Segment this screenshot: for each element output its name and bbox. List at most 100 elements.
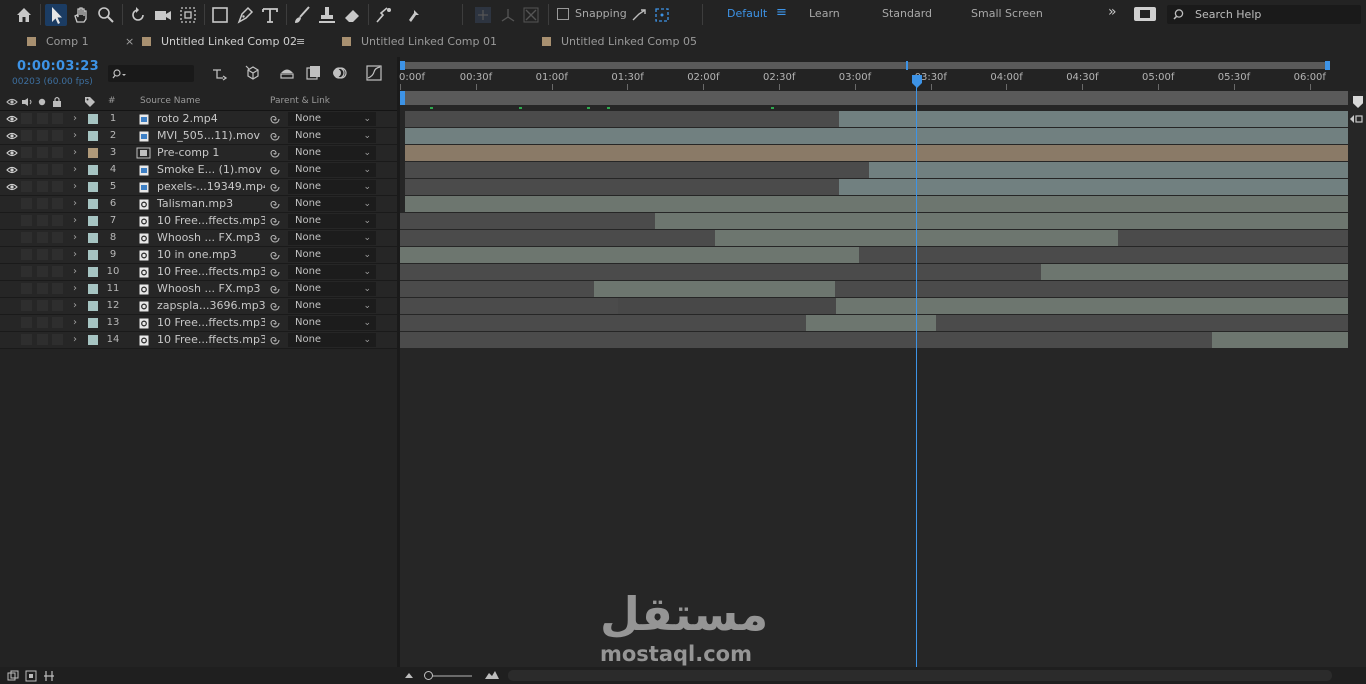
twirl-chevron-icon[interactable]: ›: [73, 247, 77, 263]
in-out-columns-icon[interactable]: [43, 670, 55, 682]
layer-duration-bar[interactable]: [400, 213, 655, 229]
pick-whip-icon[interactable]: [269, 334, 281, 346]
timeline-scrollbar[interactable]: [508, 670, 1332, 681]
lock-switch[interactable]: [52, 147, 63, 158]
layer-track[interactable]: [400, 264, 1348, 280]
pick-whip-icon[interactable]: [269, 198, 281, 210]
layer-track[interactable]: [400, 332, 1348, 348]
eye-icon[interactable]: [6, 165, 18, 175]
clone-stamp-icon[interactable]: [316, 4, 338, 26]
audio-switch[interactable]: [21, 147, 32, 158]
layer-label-color[interactable]: [88, 318, 98, 328]
layer-track[interactable]: [400, 315, 1348, 331]
layer-track[interactable]: [400, 162, 1348, 178]
layer-duration-bar[interactable]: [835, 281, 1348, 297]
twirl-chevron-icon[interactable]: ›: [73, 162, 77, 178]
twirl-chevron-icon[interactable]: ›: [73, 230, 77, 246]
time-ruler[interactable]: 0:00f 00:30f 01:00f 01:30f 02:00f 02:30f 03:00…: [399, 57, 1366, 91]
snap-features-icon[interactable]: [651, 4, 673, 26]
layer-row[interactable]: › 13 10 Free...ffects.mp3 None ⌄: [0, 315, 397, 332]
pick-whip-icon[interactable]: [269, 266, 281, 278]
layer-duration-bar[interactable]: [400, 264, 1041, 280]
shy-layers-icon[interactable]: [278, 64, 296, 82]
zoom-out-icon[interactable]: [404, 671, 414, 679]
camera-icon[interactable]: [152, 4, 174, 26]
layer-duration-bar[interactable]: [400, 281, 594, 297]
parent-dropdown[interactable]: None ⌄: [288, 265, 376, 279]
layer-duration-bar[interactable]: [405, 179, 839, 195]
pick-whip-icon[interactable]: [269, 300, 281, 312]
label-tag-icon[interactable]: [84, 96, 96, 108]
frame-blending-icon[interactable]: [304, 64, 322, 82]
layer-duration-bar[interactable]: [1212, 332, 1348, 348]
twirl-chevron-icon[interactable]: ›: [73, 281, 77, 297]
layer-track[interactable]: [400, 230, 1348, 246]
audio-switch[interactable]: [21, 181, 32, 192]
audio-switch[interactable]: [21, 232, 32, 243]
twirl-chevron-icon[interactable]: ›: [73, 196, 77, 212]
layer-label-color[interactable]: [88, 267, 98, 277]
solo-switch[interactable]: [37, 198, 48, 209]
parent-dropdown[interactable]: None ⌄: [288, 231, 376, 245]
layer-name[interactable]: Talisman.mp3: [157, 196, 265, 212]
layer-label-color[interactable]: [88, 250, 98, 260]
current-timecode[interactable]: 0:00:03:23: [17, 59, 99, 74]
solo-switch[interactable]: [37, 249, 48, 260]
layer-duration-bar[interactable]: [594, 281, 835, 297]
solo-switch[interactable]: [37, 266, 48, 277]
lock-switch[interactable]: [52, 334, 63, 345]
workspace-learn[interactable]: Learn: [809, 7, 840, 20]
lock-icon[interactable]: [52, 96, 62, 107]
solo-switch[interactable]: [37, 215, 48, 226]
graph-editor-icon[interactable]: [365, 64, 383, 82]
layer-track[interactable]: [400, 179, 1348, 195]
layer-duration-bar[interactable]: [400, 230, 715, 246]
solo-switch[interactable]: [37, 283, 48, 294]
layer-duration-bar[interactable]: [405, 145, 1348, 161]
snap-edges-icon[interactable]: [628, 4, 650, 26]
solo-switch[interactable]: [37, 232, 48, 243]
layer-name[interactable]: pexels-...19349.mp4: [157, 179, 265, 195]
layer-switches-icon[interactable]: [7, 670, 19, 682]
layer-name[interactable]: roto 2.mp4: [157, 111, 265, 127]
audio-switch[interactable]: [21, 164, 32, 175]
parent-dropdown[interactable]: None ⌄: [288, 129, 376, 143]
layer-duration-bar[interactable]: [400, 247, 859, 263]
layer-name[interactable]: 10 Free...ffects.mp3: [157, 264, 265, 280]
layer-duration-bar[interactable]: [405, 111, 839, 127]
layer-label-color[interactable]: [88, 284, 98, 294]
layer-row[interactable]: › 6 Talisman.mp3 None ⌄: [0, 196, 397, 213]
rectangle-icon[interactable]: [209, 4, 231, 26]
solo-switch[interactable]: [37, 130, 48, 141]
layer-name[interactable]: Pre-comp 1: [157, 145, 265, 161]
close-tab-icon[interactable]: ×: [125, 35, 134, 48]
time-navigator-bar[interactable]: [400, 62, 1330, 69]
layer-row[interactable]: › 8 Whoosh ... FX.mp3 None ⌄: [0, 230, 397, 247]
layer-row[interactable]: › 5 pexels-...19349.mp4 None ⌄: [0, 179, 397, 196]
layer-track[interactable]: [400, 128, 1348, 144]
audio-switch[interactable]: [21, 198, 32, 209]
layer-label-color[interactable]: [88, 199, 98, 209]
twirl-chevron-icon[interactable]: ›: [73, 111, 77, 127]
layer-label-color[interactable]: [88, 216, 98, 226]
tab-comp-1[interactable]: Comp 1: [27, 29, 89, 57]
motion-blur-icon[interactable]: [331, 64, 349, 82]
parent-dropdown[interactable]: None ⌄: [288, 333, 376, 347]
puppet-pin-icon[interactable]: [403, 4, 425, 26]
layer-name[interactable]: Smoke E... (1).mov: [157, 162, 265, 178]
layer-name[interactable]: Whoosh ... FX.mp3: [157, 281, 265, 297]
layer-duration-bar[interactable]: [405, 162, 869, 178]
solo-icon[interactable]: [37, 97, 47, 107]
axis-local-icon[interactable]: [472, 4, 494, 26]
hand-icon[interactable]: [70, 4, 92, 26]
type-icon[interactable]: [259, 4, 281, 26]
eye-icon[interactable]: [6, 148, 18, 158]
layer-label-color[interactable]: [88, 131, 98, 141]
lock-switch[interactable]: [52, 198, 63, 209]
layer-row[interactable]: › 12 zapspla...3696.mp3 None ⌄: [0, 298, 397, 315]
draft-3d-icon[interactable]: [244, 64, 262, 82]
layer-duration-bar[interactable]: [1041, 264, 1348, 280]
roto-brush-icon[interactable]: [373, 4, 395, 26]
solo-switch[interactable]: [37, 334, 48, 345]
layer-row[interactable]: › 7 10 Free...ffects.mp3 None ⌄: [0, 213, 397, 230]
